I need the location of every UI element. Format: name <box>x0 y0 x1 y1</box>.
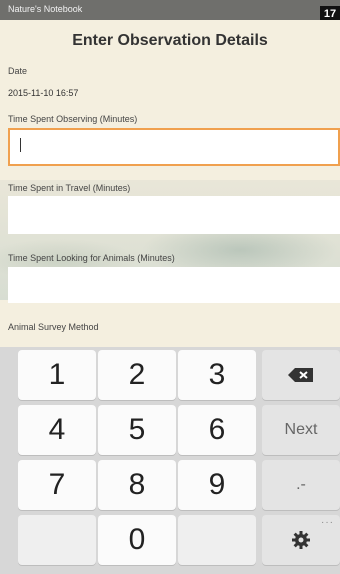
time-travel-input[interactable] <box>8 196 340 234</box>
more-indicator: ··· <box>321 517 334 528</box>
observation-form: Enter Observation Details Date 2015-11-1… <box>0 20 340 347</box>
backspace-icon <box>288 368 313 382</box>
key-9[interactable]: 9 <box>178 460 256 510</box>
key-3[interactable]: 3 <box>178 350 256 400</box>
time-looking-label: Time Spent Looking for Animals (Minutes) <box>8 253 175 263</box>
backspace-button[interactable] <box>262 350 340 400</box>
next-button[interactable]: Next <box>262 405 340 455</box>
app-name: Nature's Notebook <box>8 4 83 14</box>
key-8[interactable]: 8 <box>98 460 176 510</box>
settings-button[interactable]: ··· <box>262 515 340 565</box>
key-6[interactable]: 6 <box>178 405 256 455</box>
gear-icon <box>292 531 310 549</box>
key-0[interactable]: 0 <box>98 515 176 565</box>
page-title: Enter Observation Details <box>72 32 268 49</box>
time-travel-label: Time Spent in Travel (Minutes) <box>8 183 131 193</box>
blank-key-right <box>178 515 256 565</box>
time-looking-input[interactable] <box>8 267 340 303</box>
key-2[interactable]: 2 <box>98 350 176 400</box>
time-observing-input[interactable] <box>8 128 340 166</box>
punctuation-key[interactable]: .- <box>262 460 340 510</box>
blank-key-left <box>18 515 96 565</box>
date-label: Date <box>8 66 28 76</box>
key-4[interactable]: 4 <box>18 405 96 455</box>
text-caret <box>20 138 21 152</box>
key-5[interactable]: 5 <box>98 405 176 455</box>
status-bar: Nature's Notebook 17 <box>0 0 340 26</box>
numeric-keypad: 1 2 3 4 5 6 Next 7 8 9 .- 0 ··· <box>0 347 340 574</box>
survey-method-label: Animal Survey Method <box>8 322 99 332</box>
key-7[interactable]: 7 <box>18 460 96 510</box>
date-value: 2015-11-10 16:57 <box>8 88 79 98</box>
key-1[interactable]: 1 <box>18 350 96 400</box>
time-observing-label: Time Spent Observing (Minutes) <box>8 114 138 124</box>
